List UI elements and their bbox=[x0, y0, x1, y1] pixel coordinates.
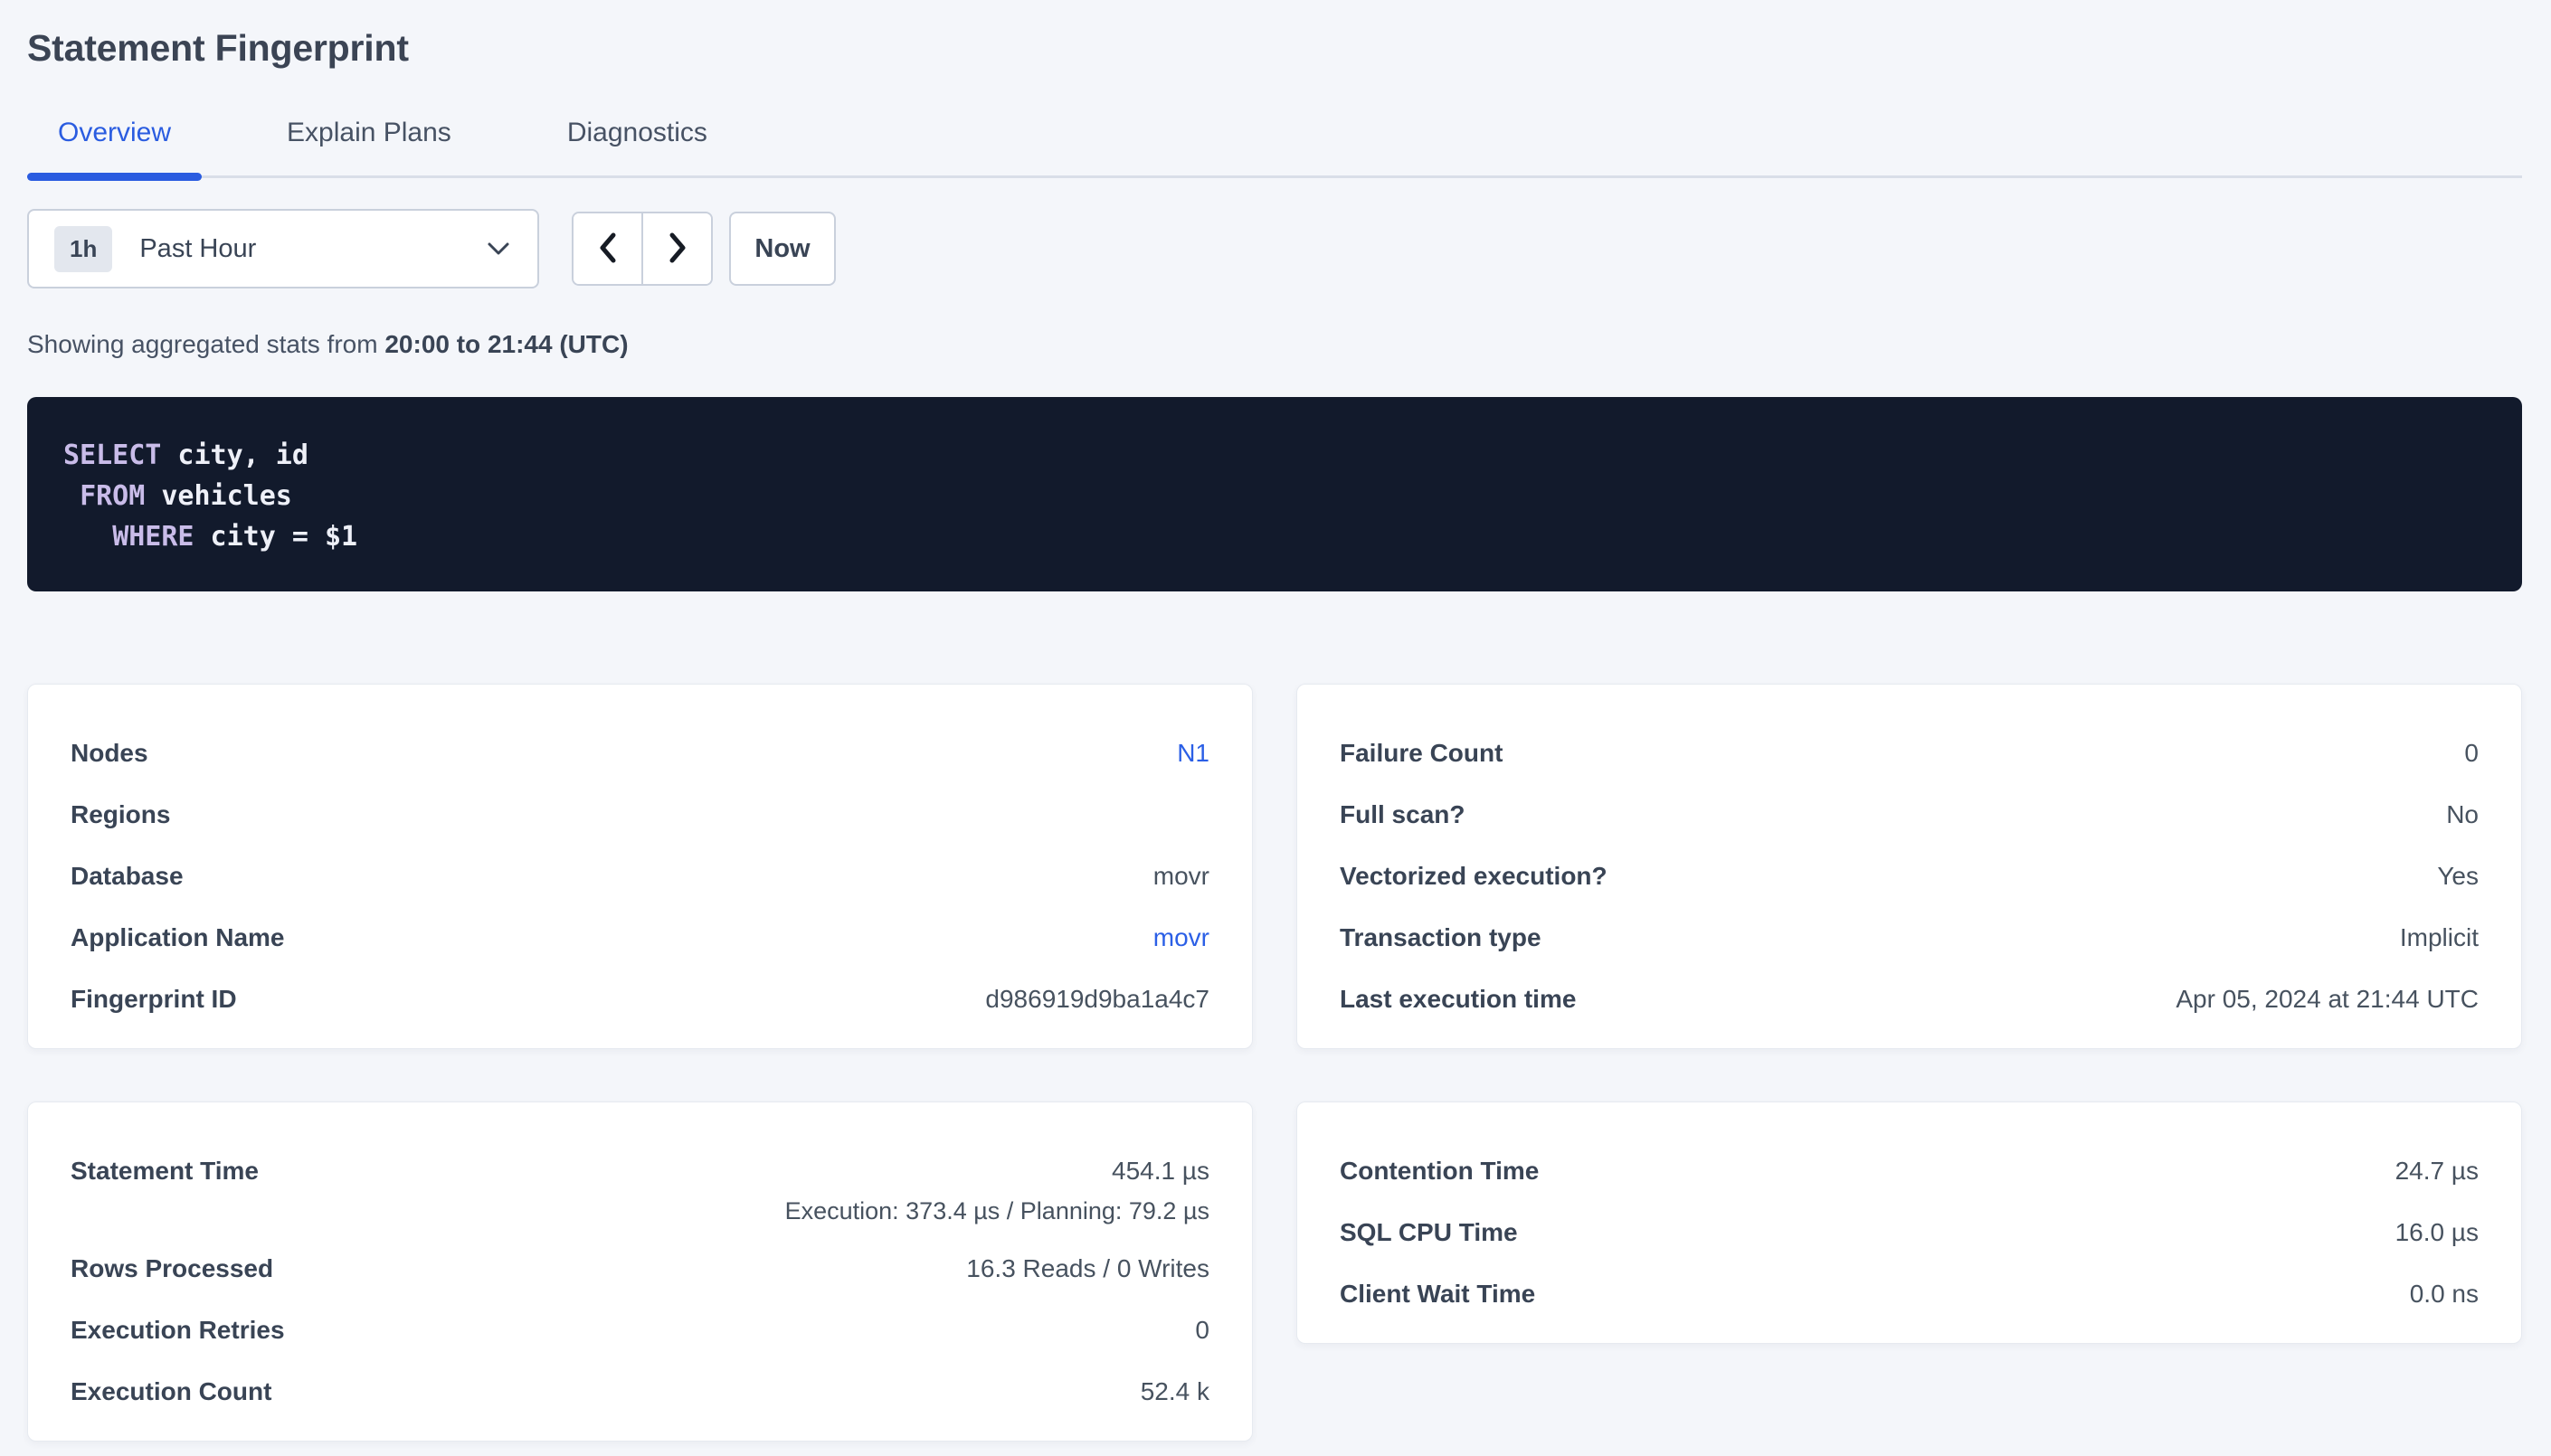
now-button[interactable]: Now bbox=[729, 212, 836, 286]
statement-time-breakdown: Execution: 373.4 µs / Planning: 79.2 µs bbox=[785, 1197, 1209, 1225]
execution-retries-label: Execution Retries bbox=[71, 1316, 285, 1345]
execution-count-row: Execution Count 52.4 k bbox=[71, 1377, 1209, 1406]
chevron-left-icon bbox=[597, 232, 619, 267]
sql-text: vehicles bbox=[145, 480, 292, 512]
execution-retries-value: 0 bbox=[1195, 1316, 1209, 1345]
application-name-value[interactable]: movr bbox=[1153, 923, 1209, 952]
summary-cards: Nodes N1 Regions Database movr Applicati… bbox=[27, 684, 2522, 1442]
sql-cpu-time-row: SQL CPU Time 16.0 µs bbox=[1340, 1218, 2479, 1280]
failure-count-row: Failure Count 0 bbox=[1340, 739, 2479, 800]
contention-time-row: Contention Time 24.7 µs bbox=[1340, 1157, 2479, 1218]
interval-arrow-group bbox=[572, 212, 713, 286]
client-wait-time-value: 0.0 ns bbox=[2410, 1280, 2479, 1309]
application-name-row: Application Name movr bbox=[71, 923, 1209, 985]
contention-time-label: Contention Time bbox=[1340, 1157, 1539, 1186]
tab-diagnostics[interactable]: Diagnostics bbox=[536, 118, 738, 175]
execution-retries-row: Execution Retries 0 bbox=[71, 1316, 1209, 1377]
aggregated-stats-line: Showing aggregated stats from 20:00 to 2… bbox=[27, 330, 2522, 359]
nodes-label: Nodes bbox=[71, 739, 148, 768]
sql-indent bbox=[63, 480, 80, 512]
contention-time-value: 24.7 µs bbox=[2395, 1157, 2479, 1186]
nodes-row: Nodes N1 bbox=[71, 739, 1209, 800]
tab-explain-plans[interactable]: Explain Plans bbox=[256, 118, 482, 175]
application-name-label: Application Name bbox=[71, 923, 284, 952]
rows-processed-label: Rows Processed bbox=[71, 1254, 273, 1283]
nodes-value[interactable]: N1 bbox=[1177, 739, 1209, 768]
transaction-type-label: Transaction type bbox=[1340, 923, 1541, 952]
failure-count-value: 0 bbox=[2464, 739, 2479, 768]
sql-keyword: FROM bbox=[80, 480, 145, 512]
time-interval-select[interactable]: 1h Past Hour bbox=[27, 209, 539, 288]
statement-time-row: Statement Time 454.1 µs Execution: 373.4… bbox=[71, 1157, 1209, 1254]
failure-count-label: Failure Count bbox=[1340, 739, 1503, 768]
aggregated-stats-prefix: Showing aggregated stats from bbox=[27, 330, 384, 358]
database-value: movr bbox=[1153, 862, 1209, 891]
sql-cpu-time-label: SQL CPU Time bbox=[1340, 1218, 1518, 1247]
statement-timings-card: Statement Time 454.1 µs Execution: 373.4… bbox=[27, 1101, 1253, 1442]
execution-attributes-card: Failure Count 0 Full scan? No Vectorized… bbox=[1296, 684, 2522, 1049]
wait-times-card: Contention Time 24.7 µs SQL CPU Time 16.… bbox=[1296, 1101, 2522, 1344]
sql-text: city, id bbox=[161, 440, 308, 471]
rows-processed-row: Rows Processed 16.3 Reads / 0 Writes bbox=[71, 1254, 1209, 1316]
last-execution-time-row: Last execution time Apr 05, 2024 at 21:4… bbox=[1340, 985, 2479, 1014]
last-execution-time-value: Apr 05, 2024 at 21:44 UTC bbox=[2176, 985, 2479, 1014]
regions-label: Regions bbox=[71, 800, 170, 829]
vectorized-execution-row: Vectorized execution? Yes bbox=[1340, 862, 2479, 923]
chevron-right-icon bbox=[667, 232, 688, 267]
execution-count-value: 52.4 k bbox=[1141, 1377, 1209, 1406]
database-row: Database movr bbox=[71, 862, 1209, 923]
statement-details-card: Nodes N1 Regions Database movr Applicati… bbox=[27, 684, 1253, 1049]
sql-statement-box: SELECT city, id FROM vehicles WHERE city… bbox=[27, 397, 2522, 591]
transaction-type-value: Implicit bbox=[2400, 923, 2479, 952]
previous-interval-button[interactable] bbox=[574, 213, 643, 284]
rows-processed-value: 16.3 Reads / 0 Writes bbox=[966, 1254, 1209, 1283]
client-wait-time-label: Client Wait Time bbox=[1340, 1280, 1535, 1309]
tab-bar: Overview Explain Plans Diagnostics bbox=[27, 118, 2522, 178]
fingerprint-id-label: Fingerprint ID bbox=[71, 985, 237, 1014]
tab-overview[interactable]: Overview bbox=[27, 118, 202, 175]
last-execution-time-label: Last execution time bbox=[1340, 985, 1576, 1014]
full-scan-label: Full scan? bbox=[1340, 800, 1465, 829]
database-label: Database bbox=[71, 862, 184, 891]
next-interval-button[interactable] bbox=[643, 213, 711, 284]
sql-keyword: WHERE bbox=[112, 521, 194, 553]
statement-time-label: Statement Time bbox=[71, 1157, 259, 1186]
sql-cpu-time-value: 16.0 µs bbox=[2395, 1218, 2479, 1247]
sql-indent bbox=[63, 521, 112, 553]
chevron-down-icon bbox=[487, 241, 510, 256]
regions-row: Regions bbox=[71, 800, 1209, 862]
sql-line: WHERE city = $1 bbox=[63, 516, 2486, 557]
full-scan-row: Full scan? No bbox=[1340, 800, 2479, 862]
time-interval-label: Past Hour bbox=[139, 234, 256, 264]
sql-line: FROM vehicles bbox=[63, 476, 2486, 516]
transaction-type-row: Transaction type Implicit bbox=[1340, 923, 2479, 985]
full-scan-value: No bbox=[2446, 800, 2479, 829]
sql-keyword: SELECT bbox=[63, 440, 161, 471]
sql-line: SELECT city, id bbox=[63, 435, 2486, 476]
fingerprint-id-value: d986919d9ba1a4c7 bbox=[985, 985, 1209, 1014]
page-title: Statement Fingerprint bbox=[27, 27, 2522, 69]
aggregated-stats-range: 20:00 to 21:44 (UTC) bbox=[384, 330, 628, 358]
vectorized-execution-value: Yes bbox=[2437, 862, 2479, 891]
vectorized-execution-label: Vectorized execution? bbox=[1340, 862, 1607, 891]
fingerprint-id-row: Fingerprint ID d986919d9ba1a4c7 bbox=[71, 985, 1209, 1014]
execution-count-label: Execution Count bbox=[71, 1377, 271, 1406]
statement-time-value: 454.1 µs bbox=[1112, 1157, 1209, 1186]
sql-text: city = $1 bbox=[194, 521, 358, 553]
time-interval-badge: 1h bbox=[54, 226, 112, 272]
client-wait-time-row: Client Wait Time 0.0 ns bbox=[1340, 1280, 2479, 1309]
statement-fingerprint-page: Statement Fingerprint Overview Explain P… bbox=[0, 0, 2551, 1442]
time-controls: 1h Past Hour bbox=[27, 209, 2522, 288]
